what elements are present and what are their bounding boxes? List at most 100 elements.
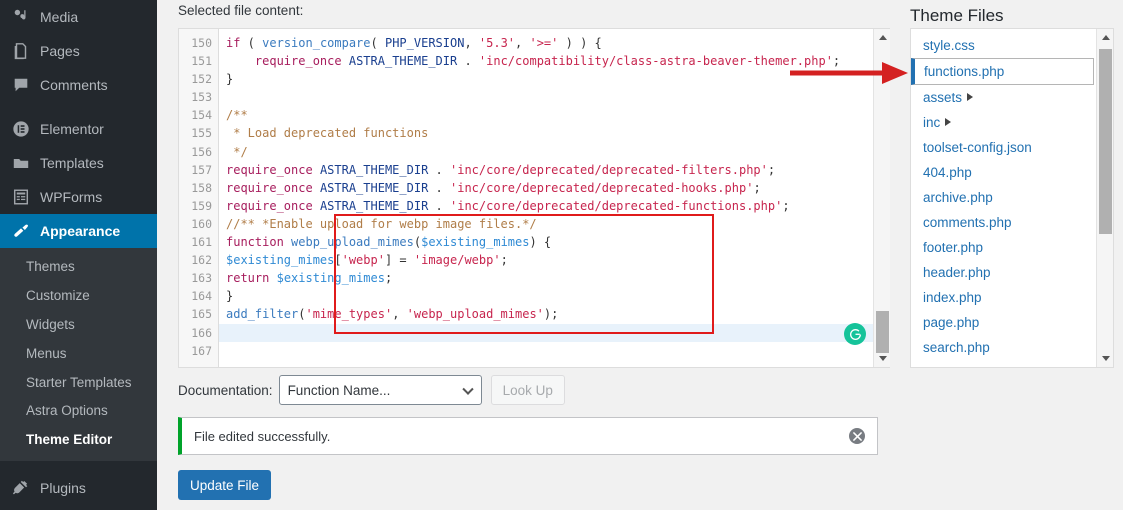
theme-files-scrollbar-thumb[interactable] — [1099, 49, 1112, 234]
submenu-item-themes[interactable]: Themes — [0, 253, 157, 282]
sidebar-separator — [0, 102, 157, 112]
theme-file-item[interactable]: archive.php — [911, 185, 1096, 210]
files-scroll-up-icon[interactable] — [1097, 29, 1113, 46]
code-token: . — [428, 198, 450, 213]
code-content[interactable]: if ( version_compare( PHP_VERSION, '5.3'… — [219, 29, 890, 367]
code-token: 'inc/core/deprecated/deprecated-filters.… — [450, 162, 768, 177]
editor-scrollbar-thumb[interactable] — [876, 311, 889, 353]
theme-file-item[interactable]: page.php — [911, 310, 1096, 335]
submenu-item-astra-options[interactable]: Astra Options — [0, 397, 157, 426]
code-token: ) ) { — [558, 36, 602, 50]
code-token: 'webp_upload_mimes' — [406, 307, 544, 322]
code-token: ASTRA_THEME_DIR — [319, 198, 429, 213]
theme-file-label: footer.php — [923, 240, 984, 255]
code-token: 'inc/core/deprecated/deprecated-function… — [450, 198, 783, 213]
close-icon[interactable] — [849, 428, 865, 444]
code-line: } — [219, 70, 890, 88]
code-token: } — [226, 289, 234, 304]
code-token: if — [226, 36, 241, 50]
grammarly-icon[interactable] — [844, 323, 866, 345]
sidebar-item-wpforms[interactable]: WPForms — [0, 180, 157, 214]
theme-file-label: style.css — [923, 38, 975, 53]
theme-file-item[interactable]: index.php — [911, 285, 1096, 310]
submenu-item-menus[interactable]: Menus — [0, 340, 157, 369]
appearance-icon — [11, 221, 31, 241]
code-token: . — [428, 180, 450, 195]
code-token: ( — [240, 36, 263, 50]
theme-files-scrollbar[interactable] — [1096, 29, 1113, 367]
media-icon — [11, 7, 31, 27]
theme-file-item[interactable]: 404.php — [911, 160, 1096, 185]
code-token: */ — [226, 144, 248, 159]
documentation-select-value: Function Name... — [287, 382, 391, 398]
folder-expand-icon[interactable] — [945, 118, 952, 126]
code-line: require_once ASTRA_THEME_DIR . 'inc/core… — [219, 197, 890, 215]
comments-icon — [11, 75, 31, 95]
theme-file-item[interactable]: style.css — [911, 33, 1096, 58]
theme-files-panel: Theme Files style.css functions.php assets… — [900, 0, 1123, 510]
pages-icon — [11, 41, 31, 61]
code-line: //** *Enable upload for webp image files… — [219, 215, 890, 233]
editor-scroll-down-icon[interactable] — [874, 350, 890, 367]
theme-file-item[interactable]: inc — [911, 110, 1096, 135]
editor-scroll-up-icon[interactable] — [874, 29, 890, 46]
theme-file-item[interactable]: search.php — [911, 335, 1096, 360]
code-token: , — [515, 36, 530, 50]
line-number: 150 — [191, 36, 212, 50]
theme-file-label: index.php — [923, 290, 982, 305]
sidebar-item-comments[interactable]: Comments — [0, 68, 157, 102]
code-token: ASTRA_THEME_DIR — [319, 180, 429, 195]
code-token: , — [392, 307, 407, 322]
code-token: 'inc/core/deprecated/deprecated-hooks.ph… — [450, 180, 754, 195]
line-number: 157 — [191, 162, 212, 177]
code-token: . — [428, 162, 450, 177]
code-line: return $existing_mimes; — [219, 269, 890, 287]
look-up-button[interactable]: Look Up — [490, 375, 565, 405]
documentation-select[interactable]: Function Name... — [278, 375, 482, 405]
sidebar-item-elementor[interactable]: Elementor — [0, 112, 157, 146]
update-file-button[interactable]: Update File — [178, 470, 272, 500]
code-token: } — [226, 72, 234, 87]
code-token: 'webp' — [341, 253, 385, 268]
files-scroll-down-icon[interactable] — [1097, 350, 1113, 367]
theme-file-item[interactable]: header.php — [911, 260, 1096, 285]
code-token: add_filter — [226, 307, 299, 322]
sidebar-item-appearance[interactable]: Appearance — [0, 214, 157, 248]
sidebar-item-label: Elementor — [40, 121, 104, 137]
code-line: } — [219, 287, 890, 305]
theme-file-item[interactable]: assets — [911, 85, 1096, 110]
code-line: /** — [219, 106, 890, 124]
wpforms-icon — [11, 187, 31, 207]
theme-file-item[interactable]: footer.php — [911, 235, 1096, 260]
sidebar-item-pages[interactable]: Pages — [0, 34, 157, 68]
theme-file-label: header.php — [923, 265, 991, 280]
submenu-item-customize[interactable]: Customize — [0, 282, 157, 311]
line-number: 151 — [191, 54, 212, 69]
code-token: ] = — [384, 253, 414, 268]
theme-file-item[interactable]: functions.php — [911, 58, 1094, 85]
code-token: webp_upload_mimes — [291, 235, 414, 250]
theme-file-label: search.php — [923, 340, 990, 355]
code-line: * Load deprecated functions — [219, 124, 890, 142]
submenu-item-widgets[interactable]: Widgets — [0, 311, 157, 340]
submenu-item-starter-templates[interactable]: Starter Templates — [0, 369, 157, 398]
sidebar-item-templates[interactable]: Templates — [0, 146, 157, 180]
code-token: ; — [767, 162, 776, 177]
sidebar-item-plugins[interactable]: Plugins — [0, 471, 157, 505]
code-token: ; — [500, 253, 508, 268]
folder-expand-icon[interactable] — [967, 93, 974, 101]
theme-file-label: comments.php — [923, 215, 1012, 230]
theme-file-label: page.php — [923, 315, 980, 330]
theme-file-item[interactable]: comments.php — [911, 210, 1096, 235]
theme-file-item[interactable]: toolset-config.json — [911, 135, 1096, 160]
sidebar-item-label: WPForms — [40, 189, 103, 205]
code-token: //** *Enable upload for webp image files… — [226, 216, 537, 231]
editor-scrollbar[interactable] — [873, 29, 890, 367]
sidebar-item-media[interactable]: Media — [0, 0, 157, 34]
submenu-item-theme-editor[interactable]: Theme Editor — [0, 426, 157, 455]
code-line: require_once ASTRA_THEME_DIR . 'inc/core… — [219, 161, 890, 179]
close-x-icon — [852, 431, 862, 441]
code-editor[interactable]: 150 151 152 153 154 155 156 157 158 159 160 161 162 1… — [178, 28, 891, 368]
